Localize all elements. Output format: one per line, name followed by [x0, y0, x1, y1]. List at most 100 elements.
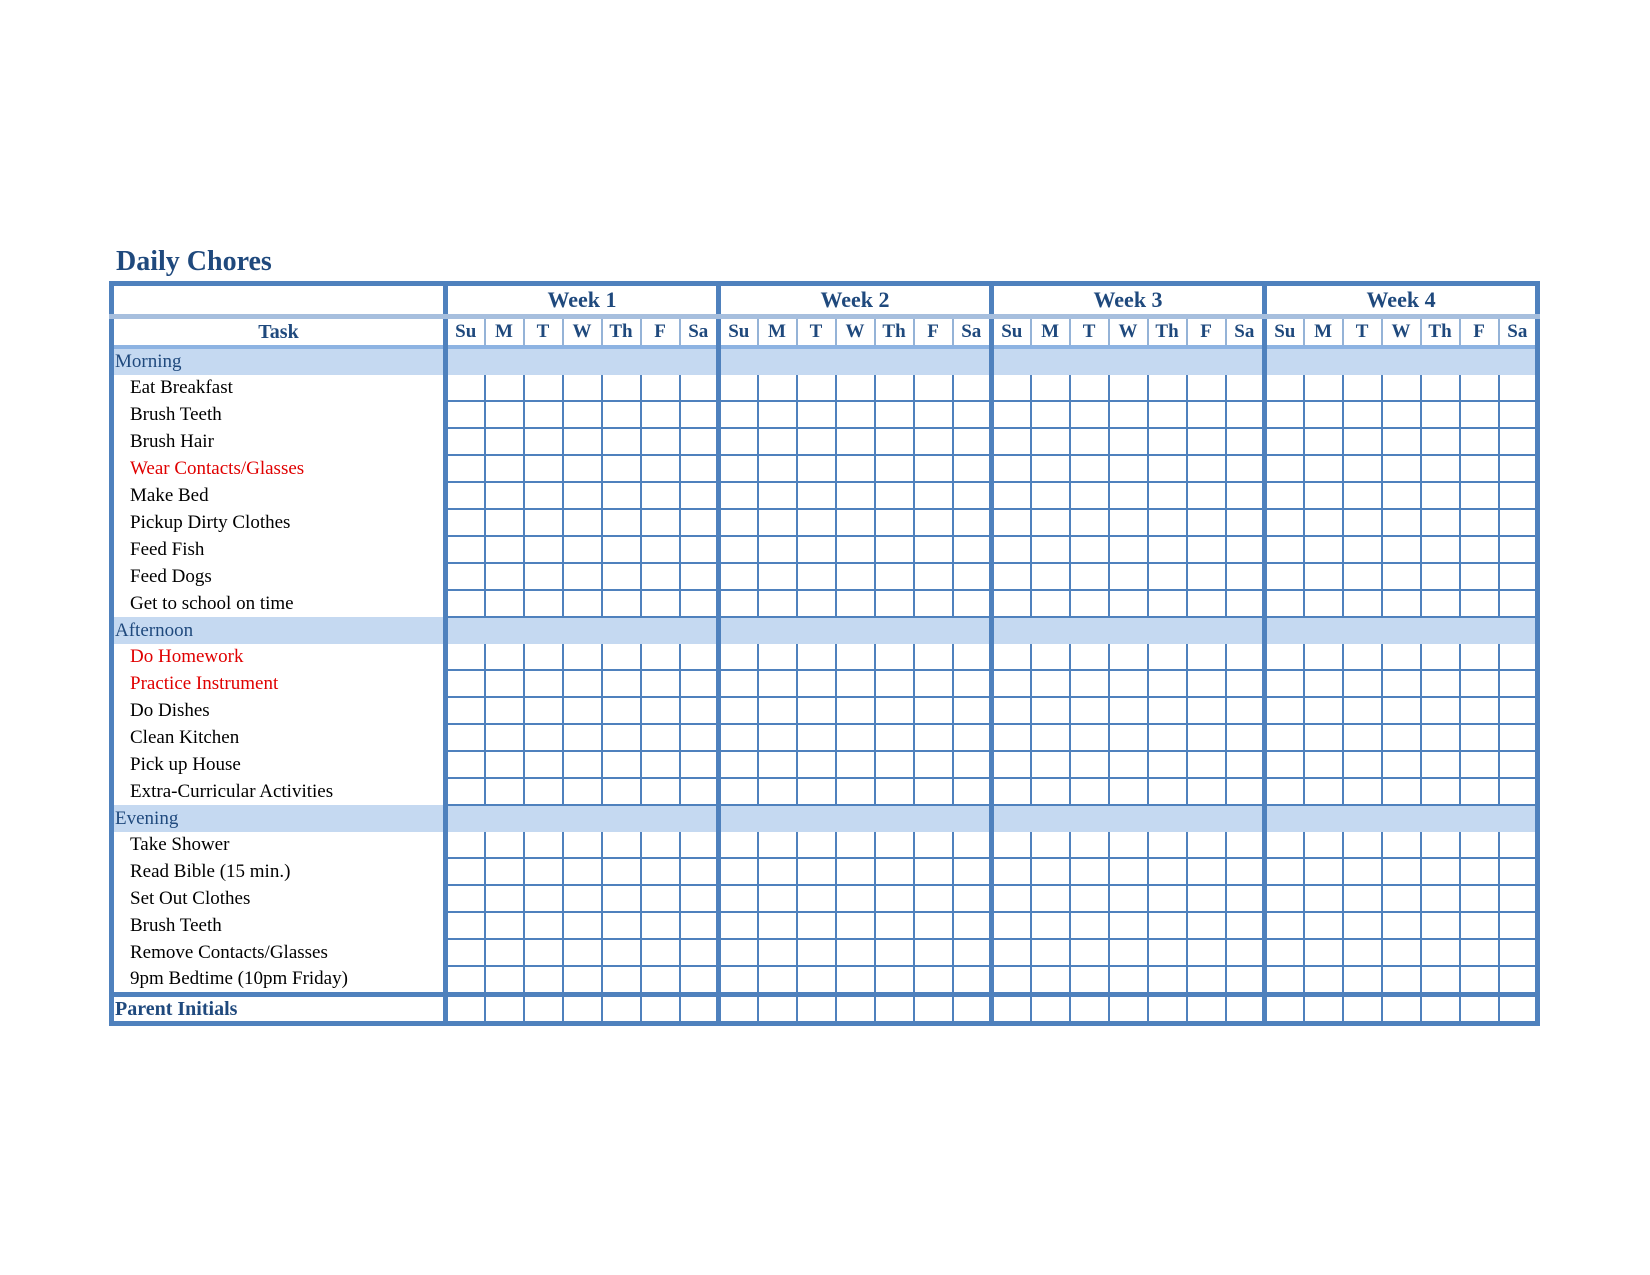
check-cell[interactable]	[1069, 375, 1110, 402]
check-cell[interactable]	[991, 644, 1032, 671]
check-cell[interactable]	[640, 509, 681, 537]
check-cell[interactable]	[640, 590, 681, 618]
check-cell[interactable]	[523, 885, 564, 913]
check-cell[interactable]	[445, 858, 486, 886]
check-cell[interactable]	[484, 858, 525, 886]
check-cell[interactable]	[601, 563, 642, 591]
check-cell[interactable]	[484, 939, 525, 967]
check-cell[interactable]	[1108, 401, 1149, 429]
check-cell[interactable]	[1225, 590, 1268, 618]
check-cell[interactable]	[913, 939, 954, 967]
check-cell[interactable]	[1381, 885, 1422, 913]
check-cell[interactable]	[1225, 455, 1268, 483]
check-cell[interactable]	[757, 401, 798, 429]
check-cell[interactable]	[1303, 939, 1344, 967]
check-cell[interactable]	[1264, 509, 1305, 537]
check-cell[interactable]	[874, 832, 915, 859]
check-cell[interactable]	[640, 912, 681, 940]
check-cell[interactable]	[1225, 858, 1268, 886]
check-cell[interactable]	[679, 832, 722, 859]
check-cell[interactable]	[1381, 751, 1422, 779]
check-cell[interactable]	[835, 590, 876, 618]
check-cell[interactable]	[952, 885, 995, 913]
check-cell[interactable]	[1147, 455, 1188, 483]
check-cell[interactable]	[796, 455, 837, 483]
check-cell[interactable]	[1342, 536, 1383, 564]
check-cell[interactable]	[913, 563, 954, 591]
check-cell[interactable]	[1420, 885, 1461, 913]
check-cell[interactable]	[757, 428, 798, 456]
check-cell[interactable]	[1225, 966, 1268, 997]
check-cell[interactable]	[1342, 401, 1383, 429]
check-cell[interactable]	[1225, 644, 1268, 671]
check-cell[interactable]	[991, 509, 1032, 537]
check-cell[interactable]	[796, 536, 837, 564]
check-cell[interactable]	[1342, 428, 1383, 456]
check-cell[interactable]	[952, 832, 995, 859]
check-cell[interactable]	[523, 751, 564, 779]
check-cell[interactable]	[796, 912, 837, 940]
check-cell[interactable]	[991, 885, 1032, 913]
check-cell[interactable]	[484, 401, 525, 429]
check-cell[interactable]	[445, 832, 486, 859]
check-cell[interactable]	[874, 778, 915, 806]
check-cell[interactable]	[1459, 375, 1500, 402]
check-cell[interactable]	[874, 751, 915, 779]
check-cell[interactable]	[913, 455, 954, 483]
check-cell[interactable]	[796, 778, 837, 806]
check-cell[interactable]	[757, 778, 798, 806]
check-cell[interactable]	[1030, 832, 1071, 859]
check-cell[interactable]	[757, 832, 798, 859]
check-cell[interactable]	[952, 563, 995, 591]
check-cell[interactable]	[1186, 563, 1227, 591]
check-cell[interactable]	[445, 455, 486, 483]
check-cell[interactable]	[1303, 375, 1344, 402]
check-cell[interactable]	[991, 832, 1032, 859]
check-cell[interactable]	[1420, 644, 1461, 671]
check-cell[interactable]	[913, 912, 954, 940]
check-cell[interactable]	[1342, 858, 1383, 886]
check-cell[interactable]	[1225, 536, 1268, 564]
check-cell[interactable]	[1420, 858, 1461, 886]
check-cell[interactable]	[991, 778, 1032, 806]
check-cell[interactable]	[1030, 670, 1071, 698]
check-cell[interactable]	[1069, 939, 1110, 967]
check-cell[interactable]	[718, 751, 759, 779]
check-cell[interactable]	[1342, 966, 1383, 997]
check-cell[interactable]	[601, 644, 642, 671]
check-cell[interactable]	[1108, 724, 1149, 752]
check-cell[interactable]	[1303, 401, 1344, 429]
check-cell[interactable]	[445, 644, 486, 671]
check-cell[interactable]	[445, 778, 486, 806]
check-cell[interactable]	[601, 885, 642, 913]
check-cell[interactable]	[562, 939, 603, 967]
check-cell[interactable]	[523, 401, 564, 429]
check-cell[interactable]	[874, 994, 915, 1025]
check-cell[interactable]	[757, 697, 798, 725]
check-cell[interactable]	[952, 644, 995, 671]
check-cell[interactable]	[1342, 912, 1383, 940]
check-cell[interactable]	[1381, 401, 1422, 429]
check-cell[interactable]	[1381, 939, 1422, 967]
check-cell[interactable]	[1186, 724, 1227, 752]
check-cell[interactable]	[757, 482, 798, 510]
check-cell[interactable]	[1342, 670, 1383, 698]
check-cell[interactable]	[835, 482, 876, 510]
check-cell[interactable]	[1420, 455, 1461, 483]
check-cell[interactable]	[835, 428, 876, 456]
check-cell[interactable]	[484, 778, 525, 806]
check-cell[interactable]	[757, 455, 798, 483]
check-cell[interactable]	[523, 644, 564, 671]
check-cell[interactable]	[601, 455, 642, 483]
check-cell[interactable]	[1030, 590, 1071, 618]
check-cell[interactable]	[835, 509, 876, 537]
check-cell[interactable]	[913, 428, 954, 456]
check-cell[interactable]	[1498, 401, 1541, 429]
check-cell[interactable]	[445, 482, 486, 510]
check-cell[interactable]	[1381, 670, 1422, 698]
check-cell[interactable]	[991, 455, 1032, 483]
check-cell[interactable]	[952, 994, 995, 1025]
check-cell[interactable]	[913, 536, 954, 564]
check-cell[interactable]	[1459, 912, 1500, 940]
check-cell[interactable]	[1147, 697, 1188, 725]
